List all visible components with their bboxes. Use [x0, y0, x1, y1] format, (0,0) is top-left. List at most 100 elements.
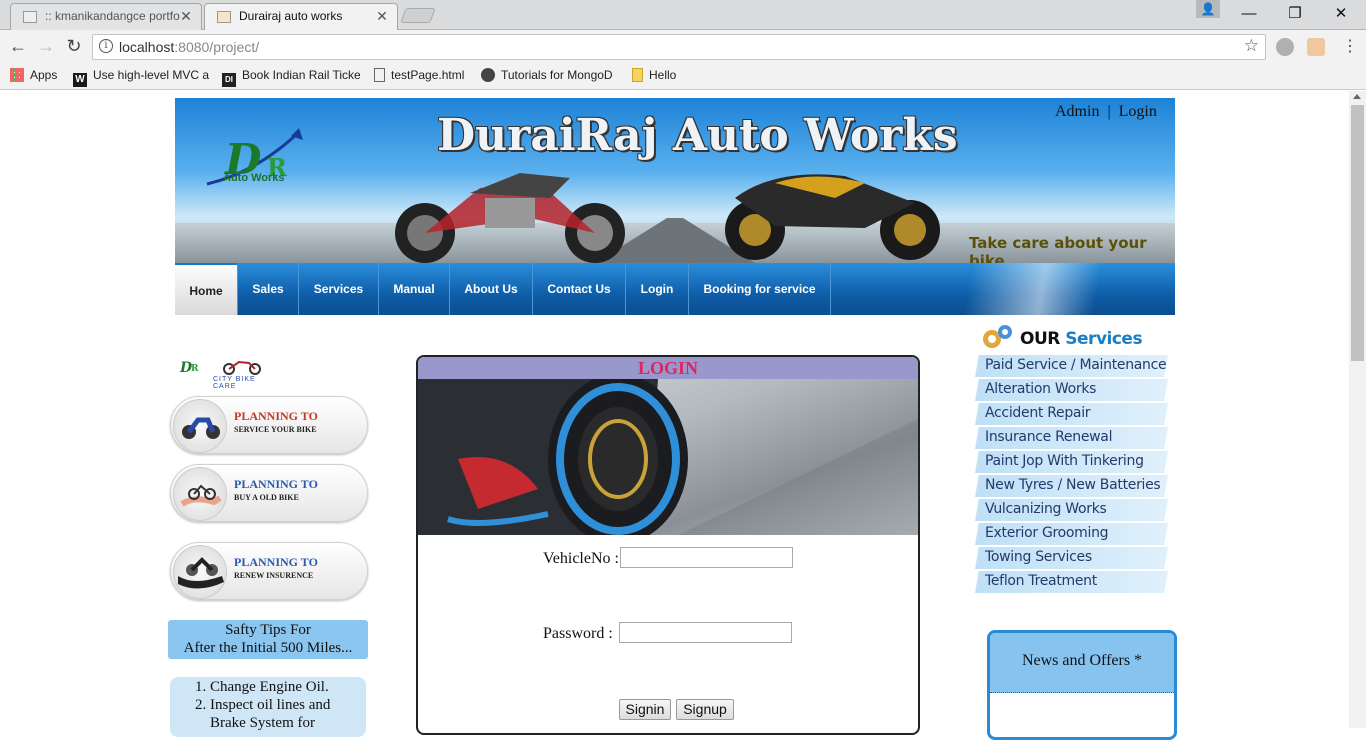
service-item[interactable]: Insurance Renewal — [975, 427, 1168, 449]
restore-button[interactable]: ❐ — [1272, 0, 1318, 28]
bookmark-star-icon[interactable]: ☆ — [1244, 36, 1259, 56]
url-text: localhost:8080/project/ — [119, 39, 260, 55]
insurance-hand-icon — [173, 545, 227, 599]
plan-service-banner[interactable]: PLANNING TO SERVICE YOUR BIKE — [170, 396, 368, 454]
file-icon — [374, 68, 385, 82]
address-bar[interactable]: i localhost:8080/project/ ☆ — [92, 34, 1266, 60]
logo-text: Auto Works — [223, 172, 285, 184]
info-icon[interactable]: i — [99, 39, 113, 53]
signup-button[interactable]: Signup — [676, 699, 734, 720]
plan-buy-banner[interactable]: PLANNING TO BUY A OLD BIKE — [170, 464, 368, 522]
back-arrow-icon[interactable]: ← — [8, 36, 28, 57]
login-panel: LOGIN VehicleNo : Password : Signin Sign… — [416, 355, 920, 735]
city-logo-text: CITY BIKE CARE — [213, 376, 256, 390]
bookmark-mvc[interactable]: W Use high-level MVC a — [73, 68, 211, 87]
nav-manual[interactable]: Manual — [379, 263, 450, 315]
vehicle-no-input[interactable] — [620, 547, 793, 568]
bookmark-mongo[interactable]: Tutorials for MongoD — [481, 68, 633, 82]
tips-list: Change Engine Oil. Inspect oil lines and… — [170, 677, 366, 737]
browser-toolbar: ← → ↻ i localhost:8080/project/ ☆ ⋮ — [0, 30, 1366, 64]
plan-title: PLANNING TO — [234, 555, 318, 569]
nav-sales[interactable]: Sales — [238, 263, 299, 315]
nav-contact-us[interactable]: Contact Us — [533, 263, 626, 315]
plan-title: PLANNING TO — [234, 409, 318, 423]
hand-bike-icon — [173, 467, 227, 521]
tab-close-icon[interactable]: ✕ — [375, 8, 389, 25]
menu-kebab-icon[interactable]: ⋮ — [1340, 36, 1360, 56]
admin-link[interactable]: Admin — [1055, 103, 1099, 120]
scroll-up-icon[interactable] — [1353, 94, 1361, 99]
svg-text:R: R — [191, 364, 199, 374]
browser-tab-active[interactable]: Durairaj auto works ✕ — [204, 3, 398, 31]
extension-icon[interactable] — [1276, 38, 1294, 56]
service-item[interactable]: Alteration Works — [975, 379, 1168, 401]
site-favicon-icon — [23, 11, 37, 23]
vehicle-no-label: VehicleNo : — [543, 550, 619, 567]
signin-button[interactable]: Signin — [619, 699, 671, 720]
java-extension-icon[interactable] — [1307, 38, 1325, 56]
nav-about-us[interactable]: About Us — [450, 263, 533, 315]
close-window-button[interactable]: ✕ — [1318, 0, 1364, 28]
nav-decoration — [825, 263, 1175, 315]
service-item[interactable]: Paid Service / Maintenance — [975, 355, 1168, 377]
login-banner-image — [418, 379, 918, 535]
folder-icon — [632, 68, 643, 82]
nav-home[interactable]: Home — [175, 263, 238, 315]
tab-close-icon[interactable]: ✕ — [179, 8, 193, 25]
link-separator: | — [1107, 103, 1111, 120]
bookmark-rail[interactable]: DI Book Indian Rail Ticke — [222, 68, 360, 87]
services-heading-text: OUR Services — [1020, 329, 1143, 349]
plan-subtitle: RENEW INSURENCE — [234, 571, 314, 580]
reload-icon[interactable]: ↻ — [64, 36, 84, 57]
bookmark-testpage[interactable]: testPage.html — [374, 68, 464, 82]
tab-title: :: kmanikandangce portfo — [45, 9, 180, 23]
plan-title: PLANNING TO — [234, 477, 318, 491]
di-site-icon: DI — [222, 73, 236, 87]
service-item[interactable]: New Tyres / New Batteries — [975, 475, 1168, 497]
nav-services[interactable]: Services — [299, 263, 379, 315]
mongo-icon — [481, 68, 495, 82]
news-offers-box: News and Offers * — [987, 630, 1177, 740]
browser-tabbar: :: kmanikandangce portfo ✕ Durairaj auto… — [0, 0, 1366, 31]
tip-item-continued: Brake System for — [210, 715, 315, 731]
safety-tips-box: Safty Tips For After the Initial 500 Mil… — [168, 620, 368, 659]
nav-login[interactable]: Login — [626, 263, 689, 315]
profile-icon[interactable]: 👤 — [1196, 0, 1220, 18]
safety-title-line2: After the Initial 500 Miles... — [183, 640, 353, 656]
motorcycle-icon — [173, 399, 227, 453]
tip-item: Inspect oil lines and — [210, 696, 366, 714]
city-bike-care-logo: D R CITY BIKE CARE — [177, 356, 277, 390]
plan-insurance-banner[interactable]: PLANNING TO RENEW INSURENCE — [170, 542, 368, 600]
service-item[interactable]: Towing Services — [975, 547, 1168, 569]
site-favicon-icon — [217, 11, 231, 23]
service-item[interactable]: Teflon Treatment — [975, 571, 1168, 593]
w-site-icon: W — [73, 73, 87, 87]
password-input[interactable] — [619, 622, 792, 643]
bookmark-apps[interactable]: Apps — [10, 68, 57, 82]
safety-title-line1: Safty Tips For — [225, 622, 311, 638]
password-label: Password : — [543, 625, 613, 642]
services-heading: OUR Services — [978, 322, 1168, 352]
forward-arrow-icon[interactable]: → — [36, 36, 56, 57]
site-title: DuraiRaj Auto Works — [437, 110, 958, 161]
tab-title: Durairaj auto works — [239, 9, 343, 23]
service-item[interactable]: Exterior Grooming — [975, 523, 1168, 545]
service-item[interactable]: Paint Jop With Tinkering — [975, 451, 1168, 473]
browser-tab-inactive[interactable]: :: kmanikandangce portfo ✕ — [10, 3, 202, 30]
page-scrollbar[interactable] — [1349, 91, 1366, 728]
login-link[interactable]: Login — [1119, 103, 1157, 120]
service-item[interactable]: Vulcanizing Works — [975, 499, 1168, 521]
apps-grid-icon — [10, 68, 24, 82]
nav-booking[interactable]: Booking for service — [689, 263, 831, 315]
new-tab-button[interactable] — [400, 8, 436, 23]
motorcycle-image — [395, 173, 625, 263]
motorcycle-image — [725, 174, 940, 260]
tip-item: Change Engine Oil. — [210, 678, 366, 696]
plan-subtitle: SERVICE YOUR BIKE — [234, 425, 317, 434]
scrollbar-thumb[interactable] — [1351, 105, 1364, 361]
service-item[interactable]: Accident Repair — [975, 403, 1168, 425]
bookmark-hello[interactable]: Hello — [632, 68, 676, 82]
minimize-button[interactable]: — — [1226, 0, 1272, 28]
site-banner: D R Auto Works DuraiRaj Auto Works Take … — [175, 98, 1175, 263]
gear-icon — [983, 325, 1012, 348]
